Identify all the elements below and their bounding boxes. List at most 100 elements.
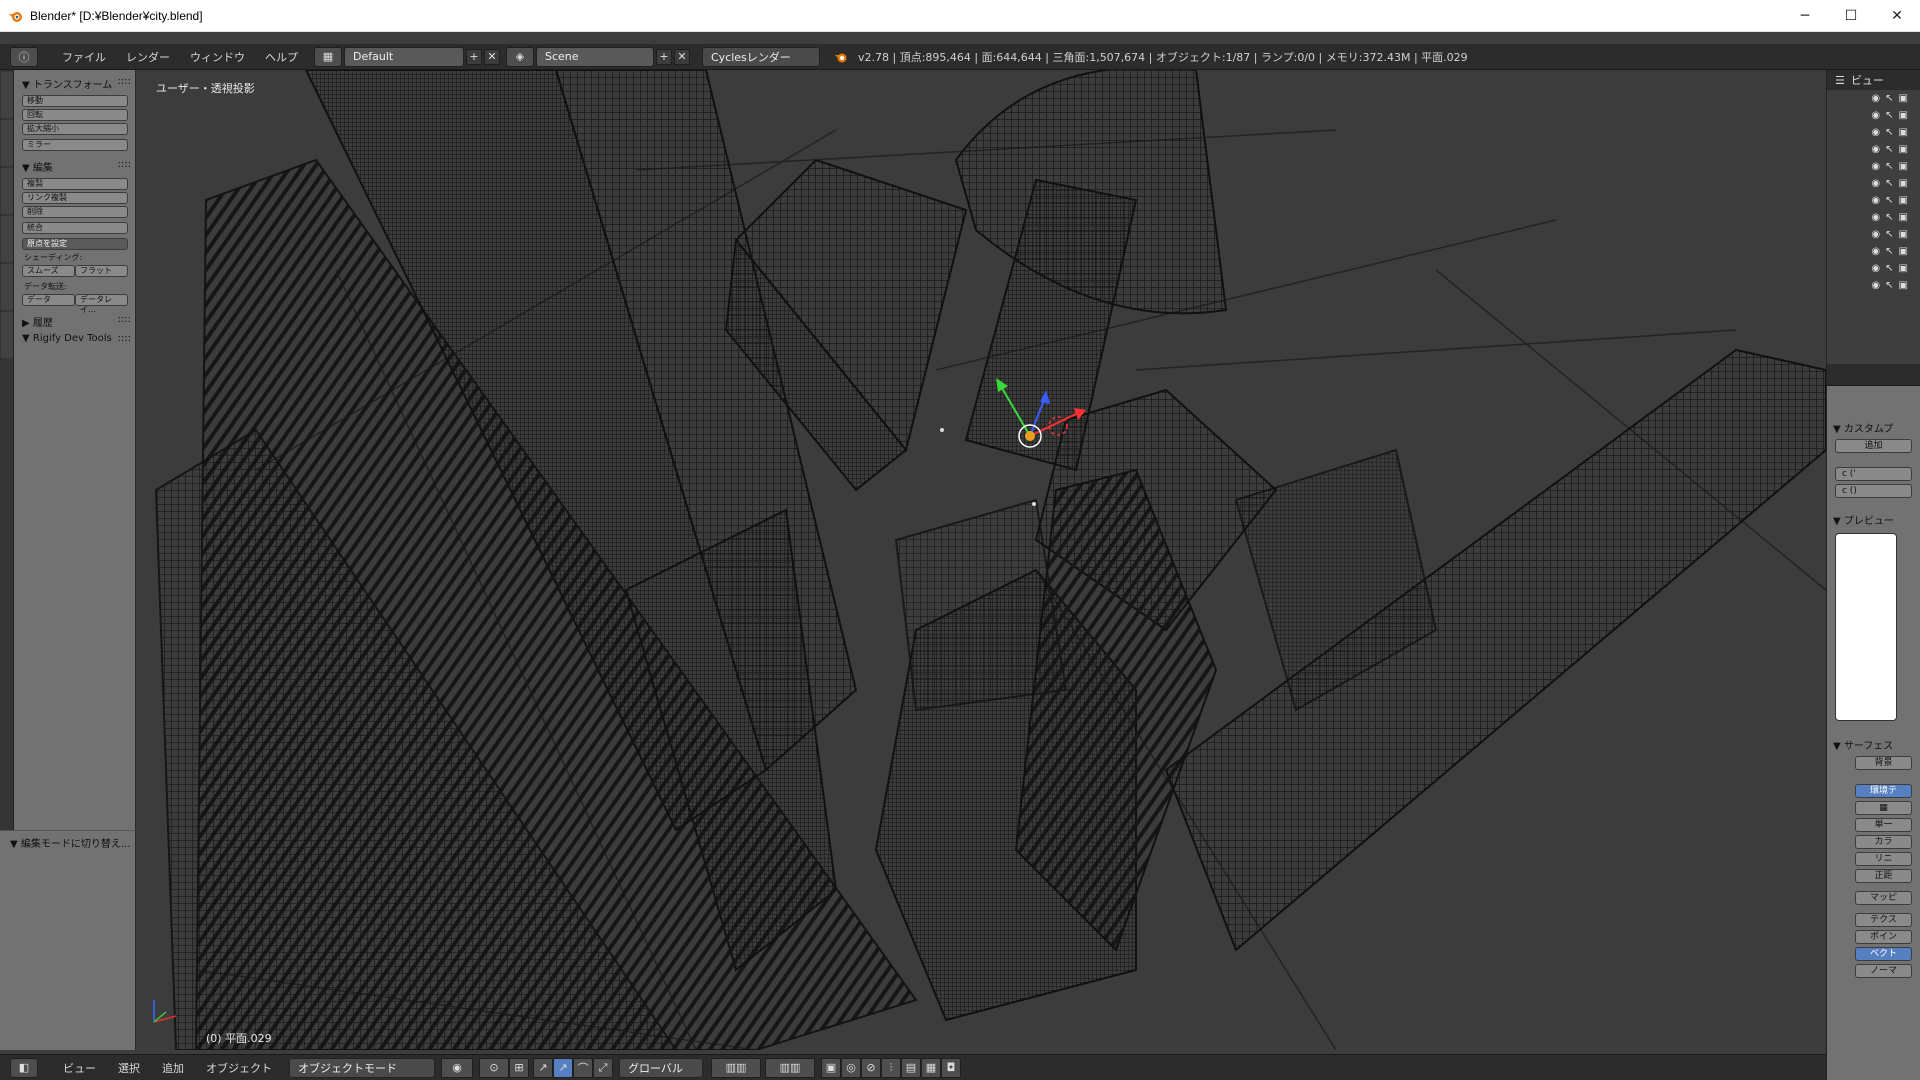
shade-smooth-button[interactable]: スムーズ xyxy=(22,265,75,277)
outliner-row[interactable]: ◉ ↖ ▣ xyxy=(1827,260,1920,277)
outliner-row[interactable]: ◉ ↖ ▣ xyxy=(1827,124,1920,141)
render-camera-icon[interactable]: ▣ xyxy=(1899,263,1908,274)
render-engine-select[interactable]: Cyclesレンダー xyxy=(702,46,820,67)
scale-button[interactable]: 拡大縮小 xyxy=(22,123,128,135)
render-camera-icon[interactable]: ▣ xyxy=(1899,161,1908,172)
viewport-shading-select[interactable]: ◉ xyxy=(441,1057,473,1078)
tool-tab[interactable] xyxy=(1,120,13,166)
cursor-icon[interactable]: ↖ xyxy=(1885,195,1893,206)
render-camera-icon[interactable]: ▣ xyxy=(1899,127,1908,138)
cursor-icon[interactable]: ↖ xyxy=(1885,246,1893,257)
cursor-icon[interactable]: ↖ xyxy=(1885,144,1893,155)
surface-background-button[interactable]: 背景 xyxy=(1855,756,1912,770)
manipulator-toggle[interactable]: ⊞ xyxy=(509,1057,529,1078)
vector-button[interactable]: ベクト xyxy=(1855,947,1912,961)
render-camera-icon[interactable]: ▣ xyxy=(1899,110,1908,121)
mapping-button[interactable]: マッピ xyxy=(1855,891,1912,905)
menu-add[interactable]: 追加 xyxy=(151,1060,195,1076)
rigify-panel-header[interactable]: ▼ Rigify Dev Tools:::: xyxy=(22,333,131,344)
outliner-row[interactable]: ◉ ↖ ▣ xyxy=(1827,107,1920,124)
outliner-row[interactable]: ◉ ↖ ▣ xyxy=(1827,90,1920,107)
mirror-button[interactable]: ミラー xyxy=(22,139,128,151)
outliner-row[interactable]: ◉ ↖ ▣ xyxy=(1827,277,1920,294)
custom-property-row-1[interactable]: c (' xyxy=(1835,467,1912,481)
snap-toggle-icon[interactable]: ⊘ xyxy=(861,1057,881,1078)
delete-button[interactable]: 削除 xyxy=(22,206,128,218)
outliner-row[interactable]: ◉ ↖ ▣ xyxy=(1827,175,1920,192)
outliner-type-icon[interactable]: ☰ xyxy=(1835,74,1845,87)
eye-icon[interactable]: ◉ xyxy=(1871,195,1880,206)
render-camera-icon[interactable]: ▣ xyxy=(1899,229,1908,240)
layers-grid-a[interactable]: ▥▥ xyxy=(711,1057,761,1078)
tool-tab[interactable] xyxy=(1,72,13,118)
custom-properties-panel-title[interactable]: ▼ カスタムプ xyxy=(1833,420,1914,435)
eye-icon[interactable]: ◉ xyxy=(1871,263,1880,274)
render-camera-icon[interactable]: ▣ xyxy=(1899,144,1908,155)
cursor-icon[interactable]: ↖ xyxy=(1885,110,1893,121)
editor-type-info-button[interactable]: ⓘ xyxy=(10,46,38,67)
data-layout-button[interactable]: データレイ... xyxy=(75,294,128,314)
menu-object[interactable]: オブジェクト xyxy=(195,1060,283,1076)
custom-property-row-2[interactable]: c () xyxy=(1835,484,1912,498)
render-camera-icon[interactable]: ▣ xyxy=(1899,280,1908,291)
outliner-row[interactable]: ◉ ↖ ▣ xyxy=(1827,158,1920,175)
pivot-point-select[interactable]: ⊙ xyxy=(479,1057,509,1078)
duplicate-linked-button[interactable]: リンク複製 xyxy=(22,192,128,204)
outliner-row[interactable]: ◉ ↖ ▣ xyxy=(1827,141,1920,158)
set-origin-menu[interactable]: 原点を設定 xyxy=(22,238,128,250)
menu-window[interactable]: ウィンドウ xyxy=(180,49,255,65)
texture-coord-button[interactable]: テクス xyxy=(1855,913,1912,927)
opengl-render-icon[interactable]: ▤ xyxy=(901,1057,921,1078)
screen-layout-icon-button[interactable]: ▦ xyxy=(314,46,342,67)
eye-icon[interactable]: ◉ xyxy=(1871,280,1880,291)
surface-panel-header[interactable]: ▼ サーフェス xyxy=(1833,737,1914,752)
point-button[interactable]: ポイン xyxy=(1855,930,1912,944)
transform-panel-header[interactable]: ▼ トランスフォーム:::: xyxy=(22,76,131,91)
snap-element-icon[interactable]: ⫶ xyxy=(881,1057,901,1078)
color-select[interactable]: カラ xyxy=(1855,835,1912,849)
layers-grid-b[interactable]: ▥▥ xyxy=(765,1057,815,1078)
outliner-row[interactable]: ◉ ↖ ▣ xyxy=(1827,192,1920,209)
editor-type-3dview-button[interactable]: ◧ xyxy=(10,1057,38,1078)
translate-manipulator-toggle[interactable]: ↗ xyxy=(533,1057,553,1078)
3d-viewport[interactable]: ユーザー・透視投影 (0) 平面.029 xyxy=(136,70,1826,1050)
eye-icon[interactable]: ◉ xyxy=(1871,229,1880,240)
render-camera-icon[interactable]: ▣ xyxy=(1899,93,1908,104)
linear-select[interactable]: リニ xyxy=(1855,852,1912,866)
cursor-icon[interactable]: ↖ xyxy=(1885,280,1893,291)
menu-view[interactable]: ビュー xyxy=(52,1060,107,1076)
environment-texture-button[interactable]: 環境テ xyxy=(1855,784,1912,798)
proportional-edit-icon[interactable]: ◎ xyxy=(841,1057,861,1078)
camera-icon[interactable]: ◘ xyxy=(941,1057,961,1078)
eye-icon[interactable]: ◉ xyxy=(1871,246,1880,257)
screen-layout-field[interactable]: Default xyxy=(344,46,464,67)
render-camera-icon[interactable]: ▣ xyxy=(1899,246,1908,257)
interaction-mode-select[interactable]: オブジェクトモード xyxy=(289,1057,435,1078)
tool-tab[interactable] xyxy=(1,312,13,358)
add-property-button[interactable]: 追加 xyxy=(1835,439,1912,453)
cursor-icon[interactable]: ↖ xyxy=(1885,263,1893,274)
menu-file[interactable]: ファイル xyxy=(52,49,116,65)
history-panel-header[interactable]: ▶ 履歴:::: xyxy=(22,314,131,329)
image-select-button[interactable]: ▦ xyxy=(1855,801,1912,815)
scene-field[interactable]: Scene xyxy=(536,46,654,67)
data-transfer-button[interactable]: データ xyxy=(22,294,75,306)
normal-button[interactable]: ノーマ xyxy=(1855,964,1912,978)
tool-tab[interactable] xyxy=(1,168,13,214)
join-button[interactable]: 統合 xyxy=(22,222,128,234)
tool-tab[interactable] xyxy=(1,264,13,310)
cursor-icon[interactable]: ↖ xyxy=(1885,178,1893,189)
outliner-row[interactable]: ◉ ↖ ▣ xyxy=(1827,226,1920,243)
menu-select[interactable]: 選択 xyxy=(107,1060,151,1076)
operator-panel-header[interactable]: ▼ 編集モードに切り替え... xyxy=(10,835,135,850)
eye-icon[interactable]: ◉ xyxy=(1871,178,1880,189)
outliner-view-menu[interactable]: ビュー xyxy=(1851,72,1884,88)
eye-icon[interactable]: ◉ xyxy=(1871,144,1880,155)
eye-icon[interactable]: ◉ xyxy=(1871,161,1880,172)
add-scene-icon[interactable]: + xyxy=(656,48,672,65)
cursor-icon[interactable]: ↖ xyxy=(1885,93,1893,104)
shade-flat-button[interactable]: フラット xyxy=(75,265,128,277)
cursor-icon[interactable]: ↖ xyxy=(1885,229,1893,240)
edit-panel-header[interactable]: ▼ 編集:::: xyxy=(22,159,131,174)
outliner-row[interactable]: ◉ ↖ ▣ xyxy=(1827,243,1920,260)
